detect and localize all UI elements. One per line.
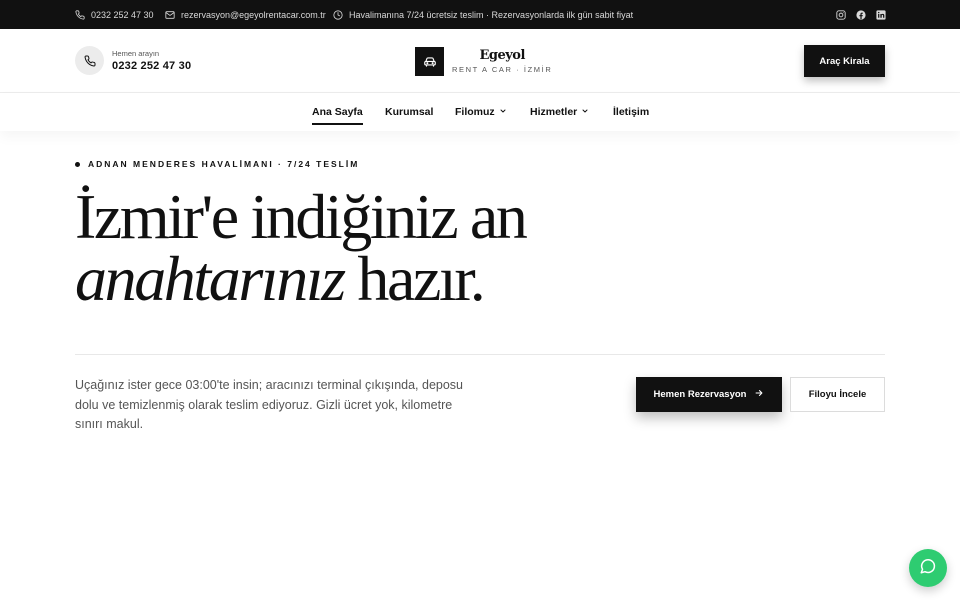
nav-item-kurumsal[interactable]: Kurumsal <box>385 93 433 131</box>
arrow-right-icon <box>754 388 764 401</box>
call-number: 0232 252 47 30 <box>112 60 192 72</box>
nav-item-home[interactable]: Ana Sayfa <box>312 93 363 131</box>
nav-item-label: Ana Sayfa <box>312 106 363 118</box>
chevron-down-icon <box>499 106 507 118</box>
nav-item-label: Kurumsal <box>385 106 434 118</box>
topbar-email-text: rezervasyon@egeyolrentacar.com.tr <box>181 9 326 20</box>
nav-item-label: Filomuz <box>455 106 495 118</box>
hero-eyebrow: ADNAN MENDERES HAVALİMANI · 7/24 TESLİM <box>75 159 359 169</box>
hero-lead: Uçağınız ister gece 03:00'te insin; arac… <box>75 378 464 431</box>
call-block[interactable]: Hemen arayın 0232 252 47 30 <box>75 46 191 75</box>
headline-emphasis: anahtarınız <box>75 243 346 314</box>
nav-item-label: İletişim <box>613 106 650 118</box>
nav-item-hizmetler[interactable]: Hizmetler <box>530 93 589 131</box>
hero-headline: İzmir'e indiğiniz an anahtarınız hazır. <box>75 181 528 311</box>
facebook-icon[interactable] <box>856 9 866 20</box>
rent-car-button[interactable]: Araç Kirala <box>804 45 885 77</box>
top-bar: 0232 252 47 30 rezervasyon@egeyolrentaca… <box>0 0 960 29</box>
mail-icon <box>165 10 175 20</box>
hero-eyebrow-text: ADNAN MENDERES HAVALİMANI · 7/24 TESLİM <box>88 159 360 169</box>
bullet-dot-icon <box>75 161 80 167</box>
topbar-info-text: Havalimanına 7/24 ücretsiz teslim · Reze… <box>349 9 634 20</box>
site-header: Hemen arayın 0232 252 47 30 Egeyol RENT … <box>0 29 960 93</box>
social-links <box>836 0 886 29</box>
brand-logo[interactable]: Egeyol RENT A CAR · İZMİR <box>415 47 552 76</box>
call-label: Hemen arayın <box>112 49 160 58</box>
reservation-button[interactable]: Hemen Rezervasyon <box>636 377 782 412</box>
browse-fleet-button[interactable]: Filoyu İncele <box>790 377 885 412</box>
topbar-info: Havalimanına 7/24 ücretsiz teslim · Reze… <box>333 0 633 29</box>
main-nav: Ana Sayfa Kurumsal Filomuz Hizmetler İle… <box>0 93 960 131</box>
nav-item-iletisim[interactable]: İletişim <box>613 93 649 131</box>
chat-button[interactable] <box>909 549 947 587</box>
brand-name: Egeyol <box>479 48 525 63</box>
chat-bubble-icon <box>919 557 937 580</box>
linkedin-icon[interactable] <box>876 9 886 20</box>
phone-circle-icon <box>75 46 104 75</box>
brand-subtitle: RENT A CAR · İZMİR <box>452 65 553 74</box>
nav-item-filomuz[interactable]: Filomuz <box>455 93 507 131</box>
hero-divider <box>75 354 885 355</box>
reservation-button-label: Hemen Rezervasyon <box>653 389 747 400</box>
car-icon <box>415 47 444 76</box>
chevron-down-icon <box>581 106 589 118</box>
instagram-icon[interactable] <box>836 9 846 20</box>
headline-line-1: İzmir'e indiğiniz an <box>75 181 528 252</box>
headline-rest: hazır. <box>343 243 485 314</box>
clock-icon <box>333 9 343 20</box>
topbar-phone-text: 0232 252 47 30 <box>91 9 154 20</box>
nav-item-label: Hizmetler <box>530 106 578 118</box>
phone-icon <box>75 9 85 20</box>
topbar-phone[interactable]: 0232 252 47 30 <box>75 0 154 29</box>
topbar-email[interactable]: rezervasyon@egeyolrentacar.com.tr <box>165 0 326 29</box>
headline-line-2: anahtarınız hazır. <box>75 247 525 311</box>
